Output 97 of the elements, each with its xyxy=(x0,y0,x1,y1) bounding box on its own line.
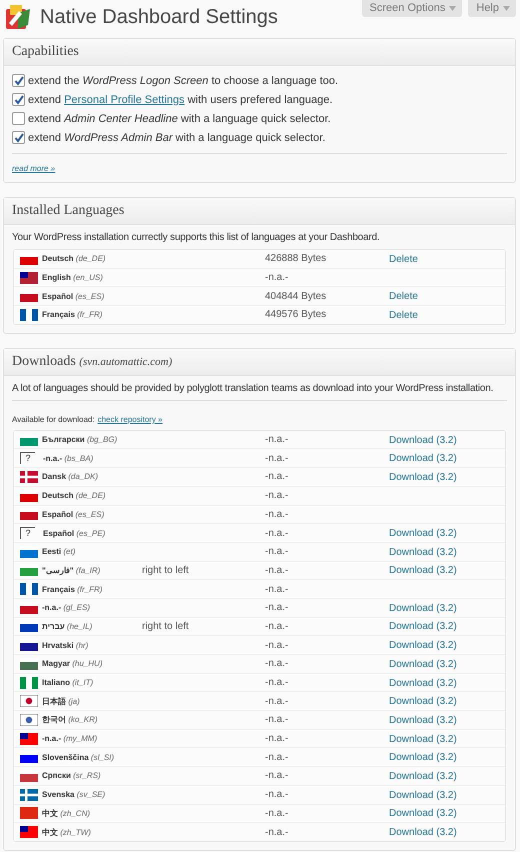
language-name: Български (bg_BG) xyxy=(42,435,118,444)
file-size: -n.a.- xyxy=(265,826,290,838)
action-link[interactable]: Download (3.2) xyxy=(389,728,457,745)
file-size: -n.a.- xyxy=(265,714,290,726)
action-link[interactable]: Download (3.2) xyxy=(389,634,457,652)
file-size: -n.a.- xyxy=(265,677,290,688)
file-size: -n.a.- xyxy=(265,808,290,819)
action-link[interactable]: Download (3.2) xyxy=(389,746,457,764)
language-name: Српски (sr_RS) xyxy=(42,771,101,780)
language-name: -n.a.- (gl_ES) xyxy=(42,603,90,612)
available-label: Available for download: xyxy=(12,414,95,424)
file-size: -n.a.- xyxy=(265,434,290,446)
file-size: -n.a.- xyxy=(265,584,290,595)
file-size: -n.a.- xyxy=(265,452,290,464)
intro-text: Your WordPress installation currectly supports this list of languages at your Dashboard. xyxy=(12,232,381,243)
option-label: extend Admin Center Headline with a language quick selector. xyxy=(28,112,331,124)
language-name: Español (es_ES) xyxy=(42,510,104,519)
action-link[interactable]: Download (3.2) xyxy=(389,540,457,558)
action-link[interactable]: Download (3.2) xyxy=(389,708,457,726)
action-link[interactable]: Download (3.2) xyxy=(389,652,457,670)
file-size: 426888 Bytes xyxy=(265,253,328,264)
file-size: -n.a.- xyxy=(265,546,290,558)
checkbox[interactable] xyxy=(12,74,25,87)
option-label: extend the WordPress Logon Screen to choose a language too. xyxy=(28,74,338,86)
language-name: -n.a.- (my_MM) xyxy=(42,734,98,744)
file-size: -n.a.- xyxy=(265,752,290,763)
action-link[interactable]: Download (3.2) xyxy=(389,784,457,801)
file-size: -n.a.- xyxy=(265,658,290,670)
file-size: -n.a.- xyxy=(265,733,290,744)
language-name: Italiano (it_IT) xyxy=(42,678,94,688)
language-name: 한국어 (ko_KR) xyxy=(42,714,98,726)
file-size: -n.a.- xyxy=(265,508,290,520)
option-label: extend WordPress Admin Bar with a language quick selector. xyxy=(28,132,326,144)
profile-settings-link[interactable]: Personal Profile Settings xyxy=(64,94,185,106)
action-link[interactable]: Download (3.2) xyxy=(389,428,457,446)
action-link[interactable]: Download (3.2) xyxy=(389,559,457,576)
direction-note: right to left xyxy=(142,565,189,576)
panel-title: Downloads (svn.automattic.com) xyxy=(4,348,515,376)
file-size: 404844 Bytes xyxy=(265,290,328,302)
intro-text: A lot of languages should be provided by polyglott translation teams as download into your WordPress installation. xyxy=(12,382,494,394)
action-link[interactable]: Delete xyxy=(389,285,418,302)
language-name: Français (fr_FR) xyxy=(42,310,102,320)
language-name: Français (fr_FR) xyxy=(42,584,102,594)
file-size: -n.a.- xyxy=(265,272,290,284)
action-link[interactable]: Download (3.2) xyxy=(389,690,457,708)
plugin-logo-icon xyxy=(4,3,32,31)
checkbox[interactable] xyxy=(12,93,25,106)
caret-icon xyxy=(449,6,456,10)
action-link[interactable]: Download (3.2) xyxy=(389,466,457,483)
action-link[interactable]: Download (3.2) xyxy=(389,821,457,838)
file-size: -n.a.- xyxy=(265,471,290,482)
language-name: 日本語 (ja) xyxy=(42,696,80,707)
action-link[interactable]: Download (3.2) xyxy=(389,802,457,820)
panel-title: Installed Languages xyxy=(4,198,515,225)
action-link[interactable]: Download (3.2) xyxy=(389,764,457,782)
file-size: 449576 Bytes xyxy=(265,309,328,320)
check-repository-link[interactable]: check repository » xyxy=(98,414,162,424)
header-tab[interactable]: Screen Options xyxy=(362,0,462,17)
language-name: 中文 (zh_TW) xyxy=(42,826,91,838)
action-link[interactable]: Download (3.2) xyxy=(389,615,457,632)
language-name: English (en_US) xyxy=(42,273,103,282)
language-name: Español (es_PE) xyxy=(43,528,106,538)
action-link[interactable]: Delete xyxy=(389,248,418,265)
action-link[interactable]: Download (3.2) xyxy=(389,522,457,540)
file-size: -n.a.- xyxy=(265,620,290,632)
language-name: Eesti (et) xyxy=(42,547,76,556)
file-size: -n.a.- xyxy=(265,564,290,576)
option-label: extend Personal Profile Settings with users prefered language. xyxy=(28,94,333,106)
language-name: 中文 (zh_CN) xyxy=(42,808,90,819)
panel-title: Capabilities xyxy=(4,39,515,66)
file-size: -n.a.- xyxy=(265,528,290,539)
file-size: -n.a.- xyxy=(265,640,290,651)
language-name: Deutsch (de_DE) xyxy=(42,254,106,264)
file-size: -n.a.- xyxy=(265,696,290,707)
page-title: Native Dashboard Settings xyxy=(40,6,278,28)
language-name: Svenska (sv_SE) xyxy=(42,790,106,800)
read-more-link[interactable]: read more » xyxy=(12,164,56,173)
language-name: Deutsch (de_DE) xyxy=(42,491,106,500)
language-name: -n.a.- (bs_BA) xyxy=(43,454,94,463)
checkbox[interactable] xyxy=(12,131,25,144)
action-link[interactable]: Delete xyxy=(389,304,418,321)
action-link[interactable]: Download (3.2) xyxy=(389,672,457,689)
language-name: Español (es_ES) xyxy=(42,292,104,301)
header-tab[interactable]: Help xyxy=(468,0,516,17)
language-name: Slovenščina (sl_SI) xyxy=(42,752,114,762)
action-link[interactable]: Download (3.2) xyxy=(389,447,457,464)
language-name: Hrvatski (hr) xyxy=(42,640,88,650)
language-name: Dansk (da_DK) xyxy=(42,472,98,482)
action-link[interactable]: Download (3.2) xyxy=(389,596,457,614)
direction-note: right to left xyxy=(142,621,189,632)
caret-icon xyxy=(503,6,510,10)
file-size: -n.a.- xyxy=(265,789,290,800)
file-size: -n.a.- xyxy=(265,490,290,502)
file-size: -n.a.- xyxy=(265,602,290,614)
file-size: -n.a.- xyxy=(265,770,290,782)
checkbox[interactable] xyxy=(12,112,25,125)
language-name: Magyar (hu_HU) xyxy=(42,659,102,668)
